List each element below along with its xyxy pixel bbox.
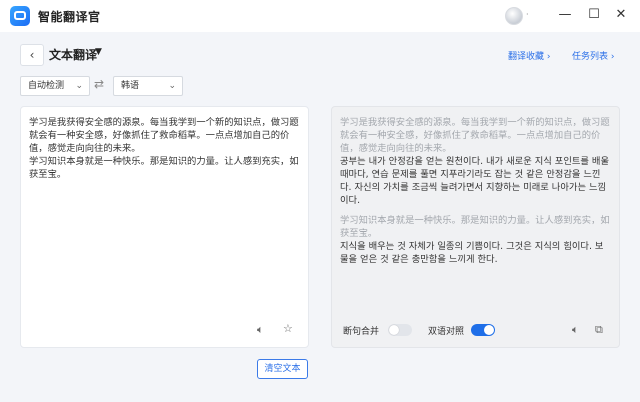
result-text-area: 学习是我获得安全感的源泉。每当我学到一个新的知识点，做习题就会有一种安全感，好像…: [340, 116, 610, 273]
title-bar: 智能翻译官 · — ☐ ✕: [0, 0, 640, 32]
chevron-down-icon: ⌄: [168, 81, 176, 91]
translation-mode-title[interactable]: 文本翻译: [49, 46, 97, 63]
source-paragraph: 学习知识本身就是一种快乐。那是知识的力量。让人感到充实，如获至宝。: [29, 156, 299, 180]
target-language-label: 韩语: [121, 81, 140, 91]
app-logo-icon: [10, 6, 30, 26]
source-text-area[interactable]: 学习是我获得安全感的源泉。每当我学到一个新的知识点，做习题就会有一种安全感，好像…: [29, 116, 299, 181]
speaker-icon[interactable]: 🔈︎: [257, 323, 264, 337]
bilingual-toggle[interactable]: [471, 324, 495, 336]
sentence-merge-label: 断句合并: [343, 327, 380, 337]
favorites-link[interactable]: 翻译收藏 ›: [508, 49, 550, 62]
copy-icon[interactable]: ⧉: [595, 323, 603, 337]
avatar-menu-icon[interactable]: ·: [526, 10, 529, 19]
source-language-select[interactable]: 自动检测 ⌄: [20, 76, 90, 96]
source-text-panel[interactable]: 学习是我获得安全感的源泉。每当我学到一个新的知识点，做习题就会有一种安全感，好像…: [20, 106, 309, 348]
back-button[interactable]: ‹: [20, 44, 44, 66]
result-target-paragraph: 지식을 배우는 것 자체가 일종의 기쁨이다. 그것은 지식의 힘이다. 보물을…: [340, 241, 604, 265]
minimize-button[interactable]: —: [556, 6, 574, 24]
result-source-paragraph: 学习是我获得安全感的源泉。每当我学到一个新的知识点，做习题就会有一种安全感，好像…: [340, 117, 610, 154]
bilingual-label: 双语对照: [428, 327, 465, 337]
sentence-merge-toggle[interactable]: [388, 324, 412, 336]
avatar[interactable]: [505, 7, 523, 25]
chevron-down-icon: ⌄: [75, 81, 83, 91]
source-paragraph: 学习是我获得安全感的源泉。每当我学到一个新的知识点，做习题就会有一种安全感，好像…: [29, 117, 299, 154]
task-list-link[interactable]: 任务列表 ›: [572, 49, 614, 62]
swap-icon[interactable]: ⇄: [94, 77, 104, 91]
app-title: 智能翻译官: [38, 10, 101, 24]
target-language-select[interactable]: 韩语 ⌄: [113, 76, 183, 96]
clear-text-button[interactable]: 清空文本: [257, 359, 308, 379]
result-panel: 学习是我获得安全感的源泉。每当我学到一个新的知识点，做习题就会有一种安全感，好像…: [331, 106, 620, 348]
maximize-button[interactable]: ☐: [585, 6, 603, 24]
mode-dropdown-icon[interactable]: ▼: [95, 47, 102, 57]
close-button[interactable]: ✕: [612, 6, 630, 24]
result-target-paragraph: 공부는 내가 안정감을 얻는 원천이다. 내가 새로운 지식 포인트를 배울 때…: [340, 156, 610, 206]
source-language-label: 自动检测: [28, 81, 65, 91]
star-icon[interactable]: ☆: [283, 322, 293, 335]
speaker-icon[interactable]: 🔈︎: [572, 323, 579, 337]
result-source-paragraph: 学习知识本身就是一种快乐。那是知识的力量。让人感到充实，如获至宝。: [340, 215, 610, 239]
